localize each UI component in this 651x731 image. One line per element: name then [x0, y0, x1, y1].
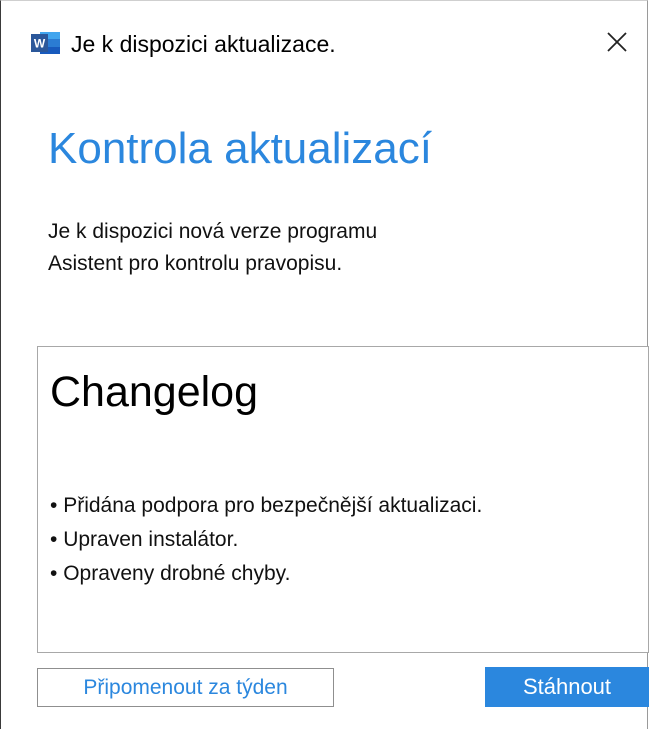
changelog-item: Upraven instalátor.: [50, 523, 482, 557]
page-heading: Kontrola aktualizací: [48, 124, 432, 173]
close-button[interactable]: [593, 19, 641, 65]
close-icon: [607, 32, 627, 52]
title-bar: W Je k dispozici aktualizace.: [1, 1, 647, 83]
message-line-2: Asistent pro kontrolu pravopisu.: [48, 252, 343, 275]
changelog-title: Changelog: [50, 368, 259, 416]
window-title: Je k dispozici aktualizace.: [71, 31, 336, 57]
message-line-1: Je k dispozici nová verze programu: [48, 220, 378, 243]
remind-next-week-button[interactable]: Připomenout za týden: [37, 668, 334, 707]
changelog-list: Přidána podpora pro bezpečnější aktualiz…: [50, 489, 482, 591]
download-button[interactable]: Stáhnout: [485, 667, 649, 707]
changelog-item: Opraveny drobné chyby.: [50, 557, 482, 591]
svg-text:W: W: [34, 37, 46, 51]
word-app-icon: W: [31, 30, 61, 56]
update-dialog: W Je k dispozici aktualizace. Kontrola a…: [0, 0, 649, 729]
changelog-item: Přidána podpora pro bezpečnější aktualiz…: [50, 489, 482, 523]
changelog-panel[interactable]: Changelog Přidána podpora pro bezpečnějš…: [37, 346, 649, 653]
update-message: Je k dispozici nová verze programu Asist…: [48, 216, 377, 280]
